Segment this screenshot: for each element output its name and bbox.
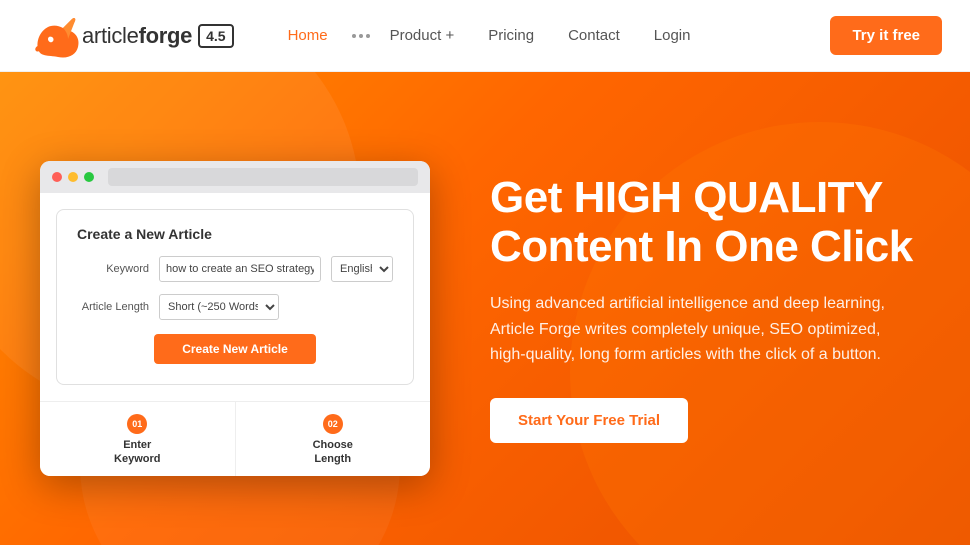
length-row: Article Length Short (~250 Words) Medium… bbox=[77, 294, 393, 320]
browser-dot-green bbox=[84, 172, 94, 182]
logo-version: 4.5 bbox=[198, 24, 233, 48]
step-1-num: 01 bbox=[127, 414, 147, 434]
create-article-button[interactable]: Create New Article bbox=[154, 334, 316, 364]
browser-topbar bbox=[40, 161, 430, 193]
logo-bird-icon bbox=[28, 11, 82, 61]
step-2-label: ChooseLength bbox=[244, 438, 423, 467]
step-2: 02 ChooseLength bbox=[236, 402, 431, 477]
hero-heading: Get HIGH QUALITY Content In One Click bbox=[490, 174, 930, 271]
form-title: Create a New Article bbox=[77, 226, 393, 242]
step-1-label: EnterKeyword bbox=[48, 438, 227, 467]
step-2-num: 02 bbox=[323, 414, 343, 434]
nav-pricing[interactable]: Pricing bbox=[474, 21, 548, 50]
language-select[interactable]: English bbox=[331, 256, 393, 282]
hero-mockup-panel: Create a New Article Keyword English Art… bbox=[0, 72, 460, 545]
browser-content: Create a New Article Keyword English Art… bbox=[40, 193, 430, 401]
nav-contact[interactable]: Contact bbox=[554, 21, 634, 50]
header: articleforge 4.5 Home Product + Pricing … bbox=[0, 0, 970, 72]
step-1: 01 EnterKeyword bbox=[40, 402, 236, 477]
browser-dot-red bbox=[52, 172, 62, 182]
browser-dot-yellow bbox=[68, 172, 78, 182]
length-label: Article Length bbox=[77, 301, 149, 313]
form-button-row: Create New Article bbox=[77, 334, 393, 364]
try-free-button[interactable]: Try it free bbox=[830, 16, 942, 55]
logo-text: articleforge bbox=[82, 23, 192, 49]
nav-dot-2 bbox=[359, 34, 363, 38]
hero-text-panel: Get HIGH QUALITY Content In One Click Us… bbox=[460, 72, 970, 545]
nav-dot-1 bbox=[352, 34, 356, 38]
hero-section: Create a New Article Keyword English Art… bbox=[0, 72, 970, 545]
nav-login[interactable]: Login bbox=[640, 21, 705, 50]
length-select[interactable]: Short (~250 Words) Medium (~500 Words) L… bbox=[159, 294, 279, 320]
keyword-input[interactable] bbox=[159, 256, 321, 282]
hero-cta-button[interactable]: Start Your Free Trial bbox=[490, 398, 688, 443]
keyword-label: Keyword bbox=[77, 263, 149, 275]
create-article-form: Create a New Article Keyword English Art… bbox=[56, 209, 414, 385]
hero-subtext: Using advanced artificial intelligence a… bbox=[490, 291, 900, 368]
browser-urlbar bbox=[108, 168, 418, 186]
main-nav: Home Product + Pricing Contact Login bbox=[274, 21, 831, 50]
browser-mockup: Create a New Article Keyword English Art… bbox=[40, 161, 430, 477]
nav-dot-3 bbox=[366, 34, 370, 38]
steps-row: 01 EnterKeyword 02 ChooseLength bbox=[40, 401, 430, 477]
keyword-row: Keyword English bbox=[77, 256, 393, 282]
hero-heading-line1: Get HIGH QUALITY bbox=[490, 173, 883, 222]
nav-home[interactable]: Home bbox=[274, 21, 342, 50]
nav-dots-indicator bbox=[352, 34, 370, 38]
hero-heading-line2: Content In One Click bbox=[490, 222, 913, 271]
nav-product[interactable]: Product + bbox=[376, 21, 469, 50]
logo: articleforge 4.5 bbox=[28, 11, 234, 61]
